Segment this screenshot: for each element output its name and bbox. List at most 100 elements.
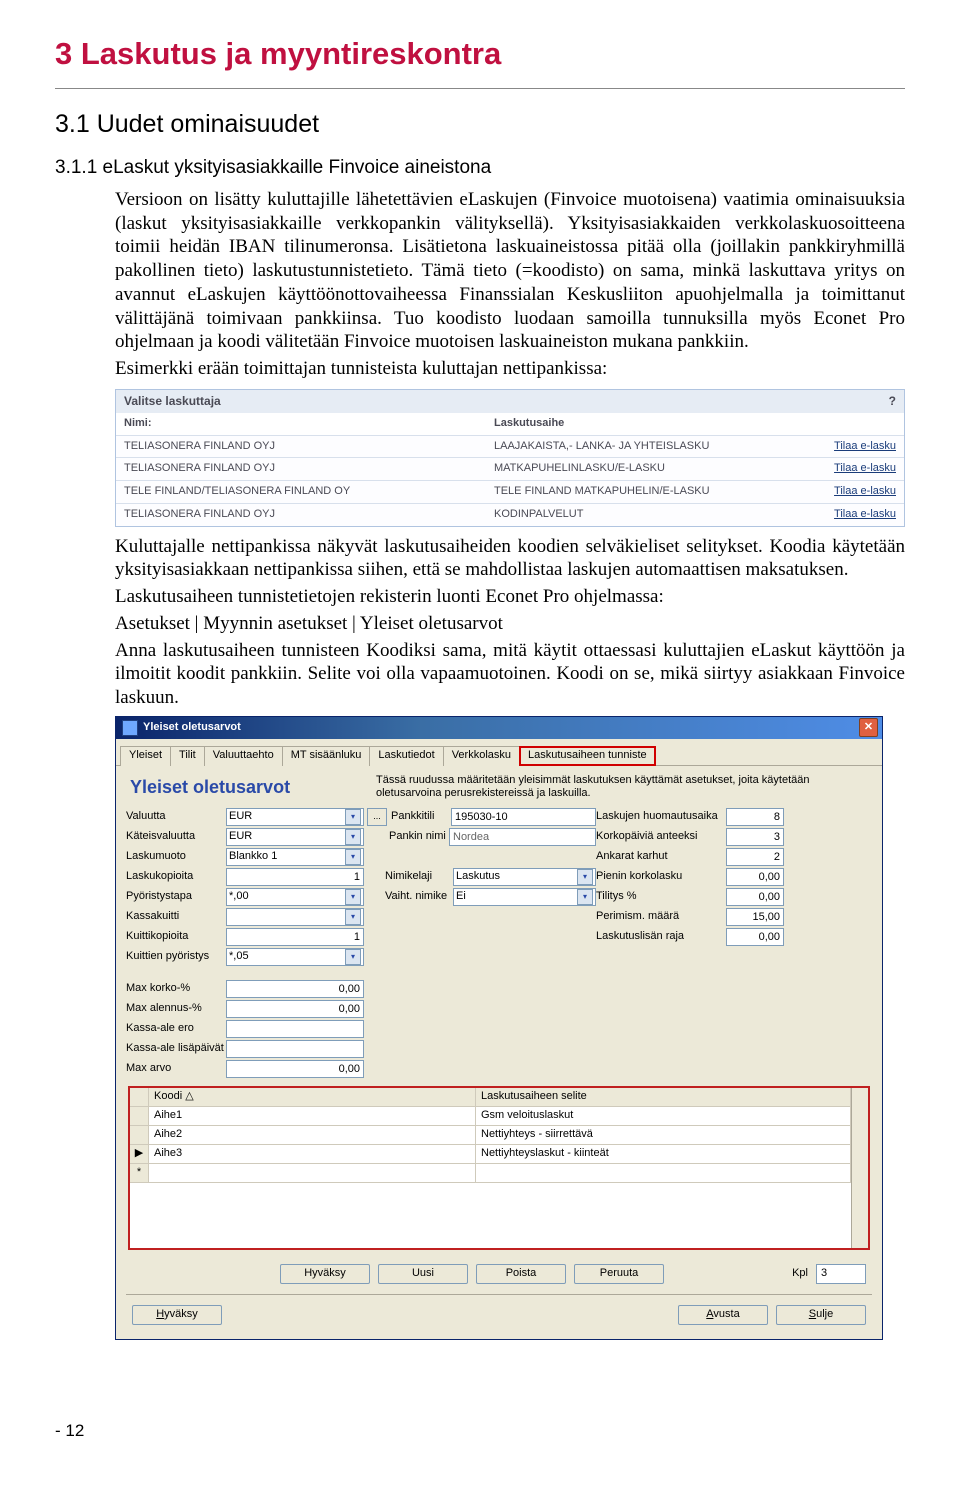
- field-label: Max arvo: [126, 1062, 226, 1076]
- chevron-down-icon: ▾: [345, 949, 361, 965]
- ankarat-karhut-input[interactable]: 2: [726, 848, 784, 866]
- field-label: Käteisvaluutta: [126, 830, 226, 844]
- cell-selite[interactable]: Nettiyhteys - siirrettävä: [476, 1126, 851, 1144]
- tab-mt-sisaanluku[interactable]: MT sisäänluku: [282, 746, 371, 766]
- cell-nimi: TELE FINLAND/TELIASONERA FINLAND OY: [124, 485, 494, 499]
- grid-header: Koodi △ Laskutusaiheen selite: [130, 1088, 851, 1107]
- kuittien-pyoristys-select[interactable]: *,05▾: [226, 948, 364, 966]
- accept-button[interactable]: Hyväksy: [132, 1305, 222, 1325]
- row-marker: [130, 1126, 149, 1144]
- order-elasku-link[interactable]: Tilaa e-lasku: [796, 462, 896, 476]
- tab-tilit[interactable]: Tilit: [170, 746, 205, 766]
- section-title: 3.1 Uudet ominaisuudet: [55, 109, 905, 140]
- kassakuitti-select[interactable]: ▾: [226, 908, 364, 926]
- order-elasku-link[interactable]: Tilaa e-lasku: [796, 508, 896, 522]
- column-header-aihe: Laskutusaihe: [494, 417, 796, 431]
- chevron-down-icon: ▾: [345, 849, 361, 865]
- max-alennus-input[interactable]: 0,00: [226, 1000, 364, 1018]
- cell-nimi: TELIASONERA FINLAND OYJ: [124, 440, 494, 454]
- close-icon[interactable]: ✕: [859, 718, 878, 737]
- row-marker-current: ▶: [130, 1145, 149, 1163]
- cell-koodi[interactable]: Aihe3: [149, 1145, 476, 1163]
- chevron-down-icon: ▾: [345, 829, 361, 845]
- kassa-ale-lisapaivat-input[interactable]: [226, 1040, 364, 1058]
- accept-inner-button[interactable]: Hyväksy: [280, 1264, 370, 1284]
- form-column-1: ValuuttaEUR▾ KäteisvaluuttaEUR▾ Laskumuo…: [126, 808, 364, 1080]
- cell-selite[interactable]: [476, 1164, 851, 1182]
- column-header-koodi[interactable]: Koodi △: [149, 1088, 476, 1106]
- max-arvo-input[interactable]: 0,00: [226, 1060, 364, 1078]
- kassa-ale-ero-input[interactable]: [226, 1020, 364, 1038]
- help-icon[interactable]: ?: [889, 394, 896, 409]
- max-korko-input[interactable]: 0,00: [226, 980, 364, 998]
- huomautusaika-input[interactable]: 8: [726, 808, 784, 826]
- tilitys-input[interactable]: 0,00: [726, 888, 784, 906]
- form-column-3: Laskujen huomautusaika8 Korkopäiviä ante…: [596, 808, 872, 1080]
- cell-selite[interactable]: Gsm veloituslaskut: [476, 1107, 851, 1125]
- tab-verkkolasku[interactable]: Verkkolasku: [443, 746, 520, 766]
- cell-selite[interactable]: Nettiyhteyslaskut - kiinteät: [476, 1145, 851, 1163]
- grid-row[interactable]: Aihe1 Gsm veloituslaskut: [130, 1107, 851, 1126]
- window-titlebar[interactable]: Yleiset oletusarvot ✕: [116, 717, 882, 739]
- tab-yleiset[interactable]: Yleiset: [120, 746, 171, 766]
- kpl-count: 3: [816, 1264, 866, 1284]
- chapter-title: 3 Laskutus ja myyntireskontra: [55, 35, 905, 74]
- laskumuoto-select[interactable]: Blankko 1▾: [226, 848, 364, 866]
- new-button[interactable]: Uusi: [378, 1264, 468, 1284]
- grid-row[interactable]: ▶ Aihe3 Nettiyhteyslaskut - kiinteät: [130, 1145, 851, 1164]
- paragraph: Versioon on lisätty kuluttajille lähetet…: [115, 188, 905, 354]
- field-label: Valuutta: [126, 810, 226, 824]
- grid-row-new[interactable]: *: [130, 1164, 851, 1183]
- nimikelaji-select[interactable]: Laskutus▾: [453, 868, 596, 886]
- tab-laskutusaiheen-tunniste[interactable]: Laskutusaiheen tunniste: [519, 746, 656, 766]
- dialog-heading: Yleiset oletusarvot: [130, 776, 376, 799]
- cell-koodi[interactable]: Aihe1: [149, 1107, 476, 1125]
- dialog-yleiset-oletusarvot: Yleiset oletusarvot ✕ Yleiset Tilit Valu…: [115, 716, 883, 1340]
- scrollbar[interactable]: [851, 1088, 868, 1248]
- tab-laskutiedot[interactable]: Laskutiedot: [369, 746, 443, 766]
- laskutusaihe-grid: Koodi △ Laskutusaiheen selite Aihe1 Gsm …: [128, 1086, 870, 1250]
- cancel-button[interactable]: Peruuta: [574, 1264, 664, 1284]
- vaiht-nimike-select[interactable]: Ei▾: [453, 888, 596, 906]
- field-label: Laskumuoto: [126, 850, 226, 864]
- cell-koodi[interactable]: [149, 1164, 476, 1182]
- cell-aihe: KODINPALVELUT: [494, 508, 796, 522]
- tab-valuuttaehto[interactable]: Valuuttaehto: [204, 746, 283, 766]
- pankkitili-input[interactable]: 195030-10: [451, 808, 596, 826]
- paragraph: Esimerkki erään toimittajan tunnisteista…: [115, 357, 905, 381]
- order-elasku-link[interactable]: Tilaa e-lasku: [796, 485, 896, 499]
- paragraph: Kuluttajalle nettipankissa näkyvät lasku…: [115, 535, 905, 583]
- order-elasku-link[interactable]: Tilaa e-lasku: [796, 440, 896, 454]
- close-button[interactable]: Sulje: [776, 1305, 866, 1325]
- laskukopioita-input[interactable]: 1: [226, 868, 364, 886]
- field-label: Kassa-ale ero: [126, 1022, 226, 1036]
- grid-row[interactable]: Aihe2 Nettiyhteys - siirrettävä: [130, 1126, 851, 1145]
- korkopaivia-input[interactable]: 3: [726, 828, 784, 846]
- kpl-label: Kpl: [792, 1267, 808, 1281]
- field-label: Kassakuitti: [126, 910, 226, 924]
- field-label: Ankarat karhut: [596, 850, 726, 864]
- browse-button[interactable]: ...: [367, 808, 387, 826]
- chevron-down-icon: ▾: [577, 869, 593, 885]
- table-row: TELIASONERA FINLAND OYJ KODINPALVELUT Ti…: [116, 503, 904, 526]
- pienin-korkolasku-input[interactable]: 0,00: [726, 868, 784, 886]
- subsection-title: 3.1.1 eLaskut yksityisasiakkaille Finvoi…: [55, 156, 905, 180]
- delete-button[interactable]: Poista: [476, 1264, 566, 1284]
- field-label: Laskutuslisän raja: [596, 930, 726, 944]
- field-label: Laskujen huomautusaika: [596, 810, 726, 824]
- cell-aihe: MATKAPUHELINLASKU/E-LASKU: [494, 462, 796, 476]
- perimism-maara-input[interactable]: 15,00: [726, 908, 784, 926]
- field-label: Korkopäiviä anteeksi: [596, 830, 726, 844]
- cell-koodi[interactable]: Aihe2: [149, 1126, 476, 1144]
- kuittikopioita-input[interactable]: 1: [226, 928, 364, 946]
- page-number: - 12: [55, 1420, 905, 1441]
- app-icon: [122, 720, 138, 736]
- kateisvaluutta-select[interactable]: EUR▾: [226, 828, 364, 846]
- valuutta-select[interactable]: EUR▾: [226, 808, 364, 826]
- laskutuslisan-raja-input[interactable]: 0,00: [726, 928, 784, 946]
- pyoristystapa-select[interactable]: *,00▾: [226, 888, 364, 906]
- help-button[interactable]: Avusta: [678, 1305, 768, 1325]
- column-header-selite[interactable]: Laskutusaiheen selite: [476, 1088, 851, 1106]
- window-title: Yleiset oletusarvot: [143, 721, 241, 735]
- field-label: Pankin nimi: [385, 830, 449, 844]
